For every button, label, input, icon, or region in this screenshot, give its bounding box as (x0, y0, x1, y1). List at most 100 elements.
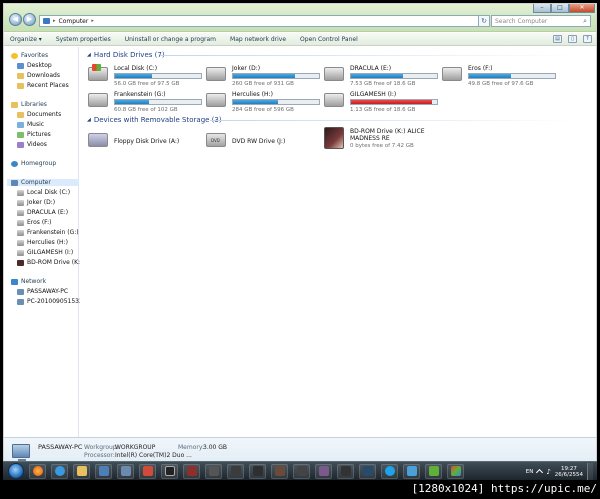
view-options-icon[interactable]: ▤ (553, 35, 562, 43)
nav-drive[interactable]: Frankenstein (G:) (17, 229, 79, 236)
taskbar-app[interactable] (139, 463, 156, 479)
drive-tile[interactable]: Eros (F:) 49.8 GB free of 97.6 GB (440, 63, 558, 91)
taskbar-app[interactable] (183, 463, 200, 479)
map-network-drive-button[interactable]: Map network drive (230, 36, 286, 43)
drive-free-space: 1.13 GB free of 18.6 GB (350, 107, 416, 113)
green-app-icon (428, 466, 439, 476)
close-button[interactable]: ✕ (569, 4, 595, 13)
collapse-arrow-icon[interactable]: ◢ (87, 52, 91, 58)
nav-pictures[interactable]: Pictures (17, 131, 51, 138)
nav-downloads[interactable]: Downloads (17, 72, 60, 79)
forward-button[interactable]: ▶ (23, 13, 36, 26)
taskbar-app[interactable] (205, 463, 222, 479)
nav-computer[interactable]: Computer (7, 179, 79, 186)
nav-desktop[interactable]: Desktop (17, 62, 52, 69)
game-app-icon (186, 466, 197, 476)
system-tray: EN ♪ 19:27 26/6/2554 (526, 462, 593, 481)
breadcrumb-arrow-icon[interactable]: ▸ (91, 18, 94, 24)
nav-favorites[interactable]: Favorites (11, 52, 48, 59)
nav-videos[interactable]: Videos (17, 141, 47, 148)
content-area: ◢ Hard Disk Drives (7) Local Disk (C:) 5… (80, 47, 596, 437)
nav-drive[interactable]: Joker (D:) (17, 199, 55, 206)
nav-network[interactable]: Network (11, 278, 46, 285)
drive-name: Frankenstein (G:) (114, 91, 166, 98)
bd-rom-drive-tile[interactable]: BD-ROM Drive (K:) ALICE MADNESS RE 0 byt… (322, 127, 440, 155)
taskbar-firefox[interactable] (29, 463, 46, 479)
taskbar-app[interactable] (359, 463, 376, 479)
language-indicator[interactable]: EN (526, 469, 534, 475)
nav-homegroup[interactable]: Homegroup (11, 160, 56, 167)
drive-tile[interactable]: Local Disk (C:) 56.0 GB free of 97.5 GB (86, 63, 204, 91)
computer-icon (43, 18, 50, 24)
nav-drive[interactable]: Herculies (H:) (17, 239, 68, 246)
search-input[interactable]: Search Computer ⌕ (491, 15, 591, 27)
taskbar-app[interactable] (447, 463, 464, 479)
drive-name: Local Disk (C:) (114, 65, 158, 72)
show-desktop-button[interactable] (587, 463, 593, 480)
hard-disk-icon (17, 219, 24, 226)
help-icon[interactable]: ? (583, 35, 592, 43)
hard-disk-icon (442, 67, 462, 81)
drive-tile[interactable]: Frankenstein (G:) 60.8 GB free of 102 GB (86, 89, 204, 117)
maximize-button[interactable]: □ (551, 4, 569, 13)
nav-libraries[interactable]: Libraries (11, 101, 47, 108)
open-control-panel-button[interactable]: Open Control Panel (300, 36, 358, 43)
dvd-drive-tile[interactable]: DVD RW Drive (J:) (204, 129, 322, 157)
drive-tile[interactable]: Joker (D:) 260 GB free of 931 GB (204, 63, 322, 91)
taskbar-internet-explorer[interactable] (51, 463, 68, 479)
back-button[interactable]: ◀ (9, 13, 22, 26)
nav-drive[interactable]: Local Disk (C:) (17, 189, 70, 196)
firefox-icon (32, 466, 43, 476)
nav-drive[interactable]: DRACULA (E:) (17, 209, 68, 216)
volume-icon[interactable]: ♪ (546, 468, 550, 476)
taskbar-app[interactable] (95, 463, 112, 479)
nav-documents[interactable]: Documents (17, 111, 61, 118)
group-divider (160, 55, 580, 56)
organize-button[interactable]: Organize ▾ (10, 36, 42, 43)
taskbar-app[interactable] (249, 463, 266, 479)
clock[interactable]: 19:27 26/6/2554 (555, 466, 583, 478)
nav-network-pc[interactable]: PASSAWAY-PC (17, 288, 68, 295)
taskbar-app[interactable] (337, 463, 354, 479)
drive-tile[interactable]: Herculies (H:) 284 GB free of 596 GB (204, 89, 322, 117)
refresh-button[interactable]: ↻ (478, 15, 490, 27)
taskbar-skype[interactable] (381, 463, 398, 479)
star-icon (11, 52, 18, 59)
drive-tile[interactable]: GILGAMESH (I:) 1.13 GB free of 18.6 GB (322, 89, 440, 117)
taskbar-app[interactable] (227, 463, 244, 479)
game-app-icon (274, 466, 285, 476)
preview-pane-icon[interactable]: ▯ (568, 35, 577, 43)
system-properties-button[interactable]: System properties (56, 36, 111, 43)
nav-music[interactable]: Music (17, 121, 44, 128)
floppy-drive-tile[interactable]: Floppy Disk Drive (A:) (86, 129, 204, 157)
taskbar-app[interactable] (403, 463, 420, 479)
navigation-pane: Favorites Desktop Downloads Recent Place… (4, 47, 88, 437)
folder-icon (76, 466, 87, 476)
show-hidden-icons-icon[interactable] (536, 468, 544, 477)
nav-network-pc[interactable]: PC-201009051533 (17, 298, 83, 305)
nav-drive[interactable]: GILGAMESH (I:) (17, 249, 73, 256)
drive-name: Floppy Disk Drive (A:) (114, 138, 180, 145)
start-button[interactable] (8, 463, 24, 479)
uninstall-program-button[interactable]: Uninstall or change a program (125, 36, 216, 43)
nav-drive[interactable]: Eros (F:) (17, 219, 52, 226)
minimize-button[interactable]: – (533, 4, 551, 13)
drive-free-space: 0 bytes free of 7.42 GB (350, 143, 414, 149)
group-hard-disk-drives[interactable]: ◢ Hard Disk Drives (7) (87, 51, 165, 59)
address-bar[interactable]: ▸ Computer ▸ (39, 15, 479, 27)
collapse-arrow-icon[interactable]: ◢ (87, 117, 91, 123)
taskbar-app[interactable] (161, 463, 178, 479)
nav-drive[interactable]: BD-ROM Drive (K:) A (17, 259, 88, 266)
nav-recent-places[interactable]: Recent Places (17, 82, 69, 89)
taskbar-app[interactable] (315, 463, 332, 479)
group-removable-storage[interactable]: ◢ Devices with Removable Storage (3) (87, 116, 222, 124)
taskbar-explorer[interactable] (73, 463, 90, 479)
taskbar-app[interactable] (271, 463, 288, 479)
taskbar-app[interactable] (293, 463, 310, 479)
breadcrumb-arrow-icon[interactable]: ▸ (53, 18, 56, 24)
taskbar-app[interactable] (117, 463, 134, 479)
breadcrumb-computer[interactable]: Computer (59, 18, 89, 25)
taskbar-app[interactable] (425, 463, 442, 479)
hard-disk-icon (17, 249, 24, 256)
drive-tile[interactable]: DRACULA (E:) 7.53 GB free of 18.6 GB (322, 63, 440, 91)
